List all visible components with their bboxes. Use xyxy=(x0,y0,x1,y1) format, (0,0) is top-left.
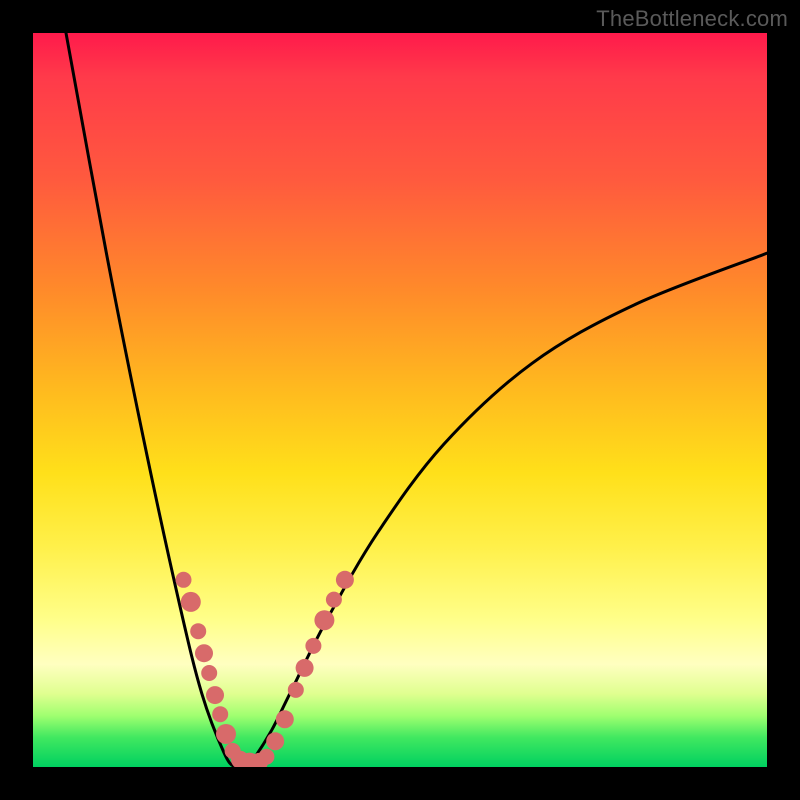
watermark-text: TheBottleneck.com xyxy=(596,6,788,32)
data-marker xyxy=(305,638,321,654)
data-marker xyxy=(276,710,294,728)
chart-svg xyxy=(33,33,767,767)
data-marker xyxy=(212,706,228,722)
data-marker xyxy=(266,732,284,750)
data-markers xyxy=(176,571,354,767)
data-marker xyxy=(326,592,342,608)
plot-area xyxy=(33,33,767,767)
data-marker xyxy=(314,610,334,630)
data-marker xyxy=(296,659,314,677)
data-marker xyxy=(176,572,192,588)
data-marker xyxy=(190,623,206,639)
data-marker xyxy=(288,682,304,698)
data-marker xyxy=(181,592,201,612)
data-marker xyxy=(258,749,274,765)
chart-frame: TheBottleneck.com xyxy=(0,0,800,800)
data-marker xyxy=(206,686,224,704)
main-curve xyxy=(66,33,767,767)
data-marker xyxy=(201,665,217,681)
data-marker xyxy=(216,724,236,744)
data-marker xyxy=(195,644,213,662)
data-marker xyxy=(336,571,354,589)
